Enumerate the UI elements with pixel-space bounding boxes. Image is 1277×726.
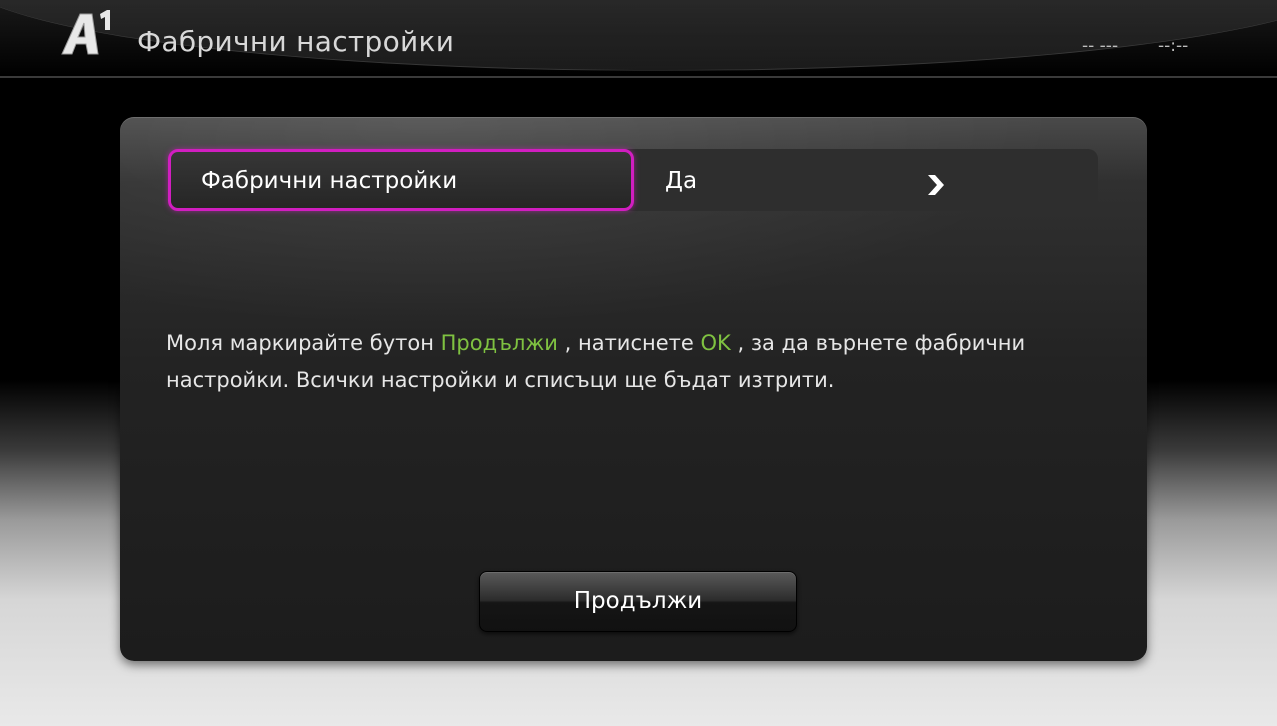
instruction-message: Моля маркирайте бутон Продължи , натисне…	[166, 325, 1086, 399]
continue-button[interactable]: Продължи	[479, 571, 797, 632]
header-date: -- ---	[1082, 36, 1119, 56]
factory-reset-setting-row[interactable]: Фабрични настройки Да	[168, 149, 1098, 211]
message-text-2: , натиснете	[557, 331, 701, 355]
chevron-right-icon[interactable]	[922, 172, 948, 198]
page-title: Фабрични настройки	[137, 25, 455, 58]
setting-label: Фабрични настройки	[201, 168, 458, 194]
settings-dialog: Фабрични настройки Да Моля маркирайте бу…	[120, 117, 1147, 661]
a1-logo	[61, 10, 110, 55]
header-time: --:--	[1158, 36, 1189, 56]
header-bar: Фабрични настройки -- --- --:--	[0, 0, 1277, 78]
message-text-1: Моля маркирайте бутон	[166, 331, 441, 355]
setting-value: Да	[665, 168, 698, 194]
message-highlight-ok: OK	[700, 331, 731, 355]
setting-label-focus[interactable]: Фабрични настройки	[168, 149, 634, 211]
message-highlight-continue: Продължи	[440, 331, 558, 355]
